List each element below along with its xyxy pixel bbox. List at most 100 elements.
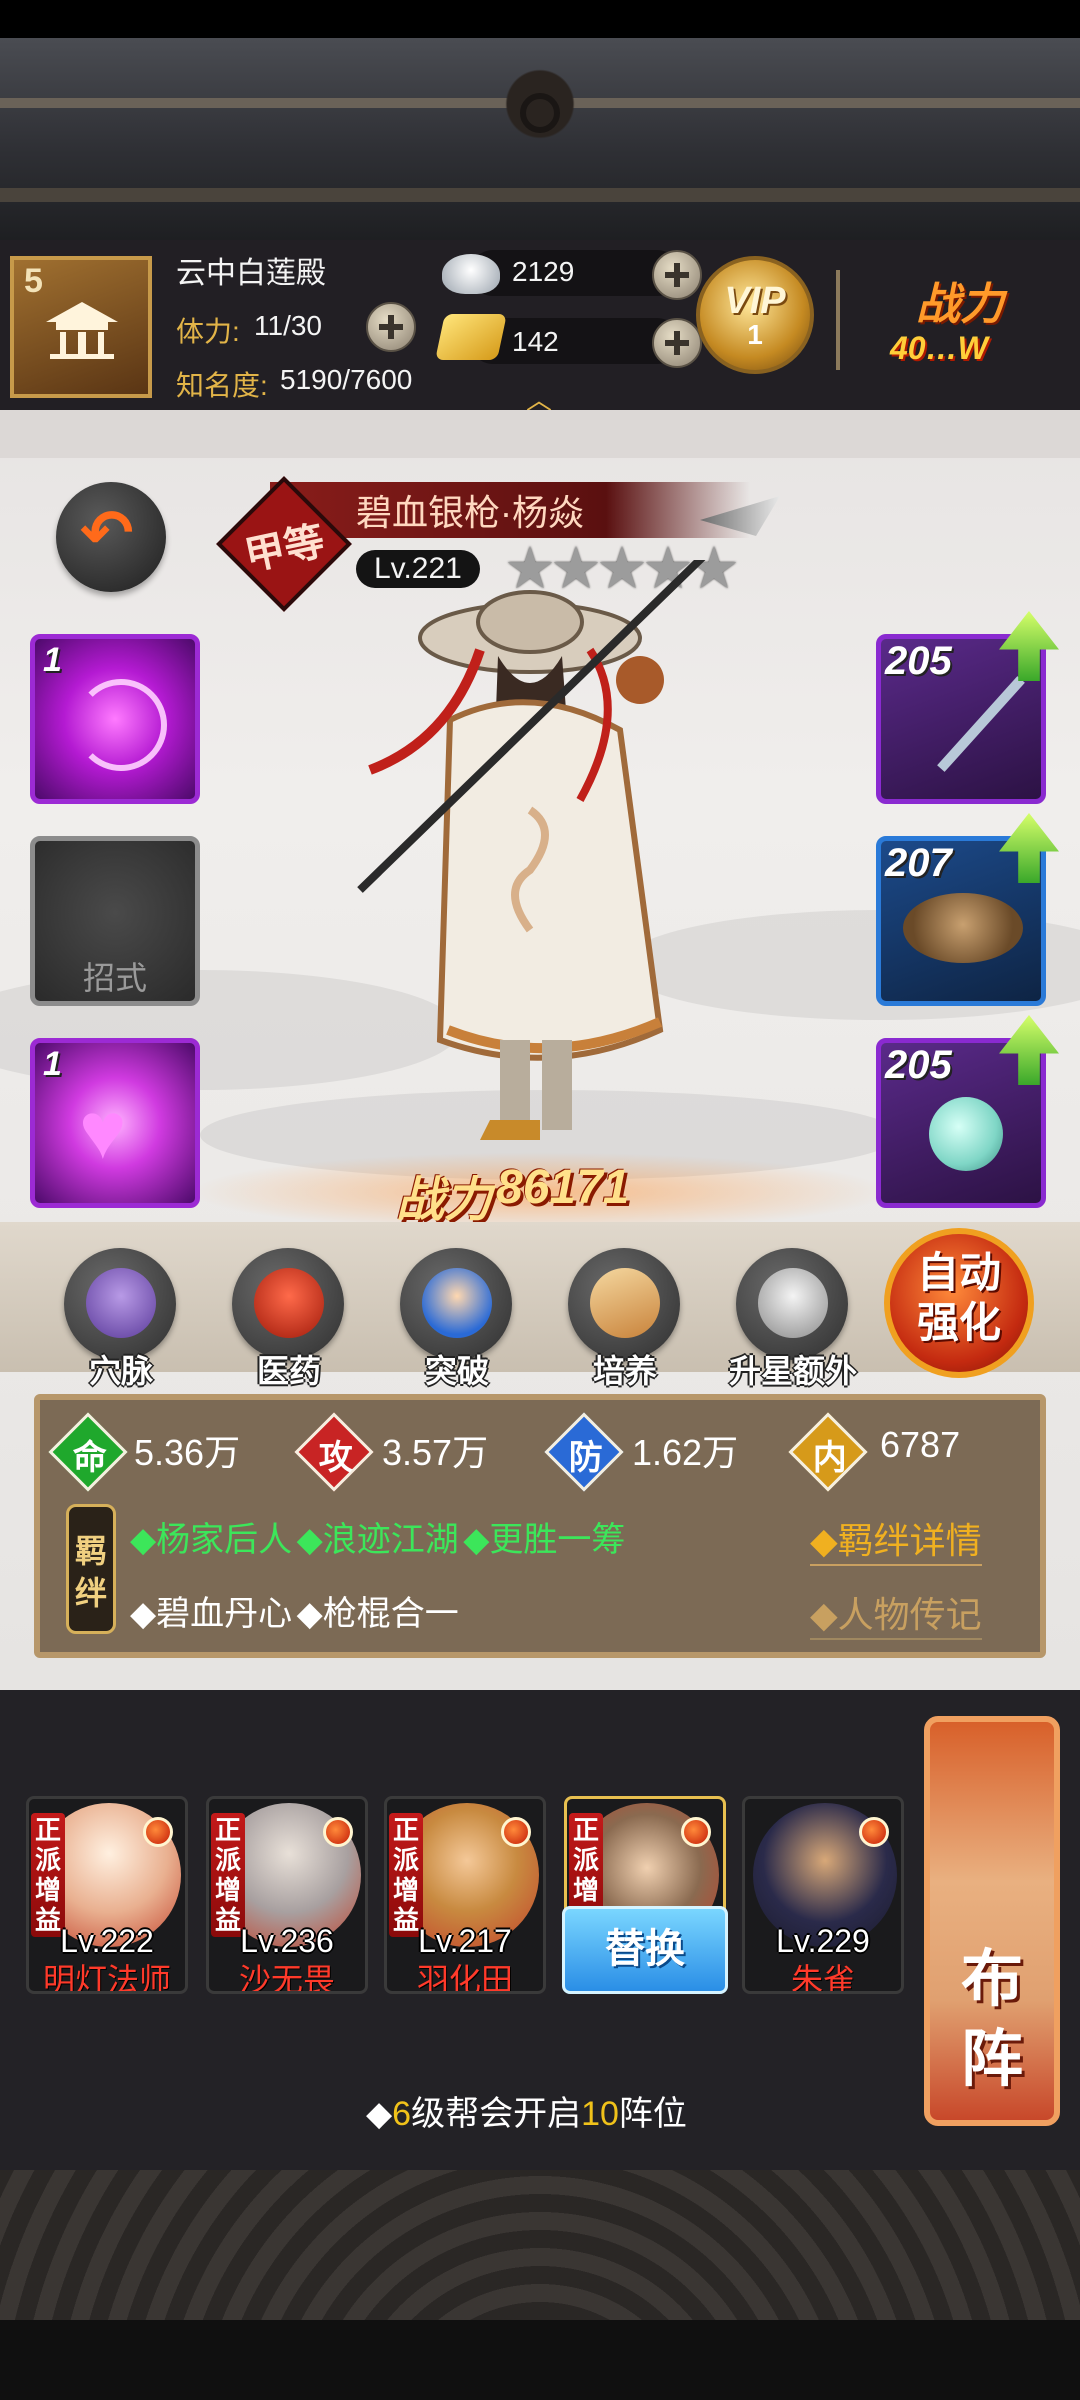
action-label: 升星额外 [728, 1353, 857, 1389]
footer-edge [0, 2320, 1080, 2400]
lineup-name: 羽化田 [416, 1962, 513, 1994]
auto-enhance-label-2: 强化 [916, 1299, 1001, 1346]
heart-icon: ♥ [79, 1086, 127, 1175]
gold-amount: 142 [512, 326, 559, 357]
bond-badge-text: 羁绊 [74, 1533, 107, 1611]
silver-ingot-icon [442, 254, 500, 294]
faction-tag: 正派增益 [389, 1813, 423, 1937]
lineup-name: 沙无畏 [238, 1962, 335, 1994]
bond-list-active: ◆杨家后人 ◆浪迹江湖 ◆更胜一筹 [130, 1512, 625, 1561]
lineup-card[interactable]: Lv.229 朱雀 [742, 1796, 904, 1994]
status-bar [0, 0, 1080, 38]
action-label: 医药 [256, 1353, 321, 1389]
hint-bullet: ◆ [366, 2095, 393, 2133]
bond-item: ◆碧血丹心 [130, 1595, 293, 1633]
medicine-icon [254, 1268, 324, 1338]
skill-count: 1 [43, 1045, 62, 1083]
total-power-value[interactable]: 40…W [890, 330, 988, 367]
add-stamina-button[interactable] [366, 302, 416, 352]
star-up-icon [758, 1268, 828, 1338]
sect-level: 5 [24, 262, 43, 300]
header-divider [836, 270, 840, 370]
lineup-name: 明灯法师 [42, 1962, 171, 1994]
hint-guild-level: 6 [392, 2095, 412, 2133]
hero-power-value: 86171 [496, 1161, 630, 1214]
skill-slot-3[interactable]: 1 ♥ [30, 1038, 200, 1208]
lineup-card[interactable]: 正派增益 Lv.222 明灯法师 [26, 1796, 188, 1994]
cultivate-icon [590, 1268, 660, 1338]
defense-value: 1.62万 [632, 1432, 739, 1473]
stamina-label: 体力: [176, 316, 240, 347]
pavilion-icon [46, 302, 118, 359]
unlock-hint: ◆6级帮会开启10阵位 [366, 2086, 687, 2135]
inner-power-value: 6787 [880, 1424, 961, 1465]
hero-power-label: 战力 [396, 1174, 493, 1227]
lineup-card[interactable]: 正派增益 Lv.217 羽化田 [384, 1796, 546, 1994]
formation-label: 布阵 [960, 1945, 1023, 2094]
inner-power-icon-char: 内 [812, 1438, 847, 1477]
meridian-icon [86, 1268, 156, 1338]
total-power-label: 战力 [916, 280, 1004, 329]
cultivate-button[interactable]: 培养 [560, 1246, 690, 1396]
add-silver-button[interactable] [652, 250, 702, 300]
equipment-level: 205 [885, 1043, 952, 1087]
panel-top-strip [0, 410, 1080, 458]
silver-amount: 2129 [512, 256, 575, 287]
lineup-name: 朱雀 [790, 1962, 855, 1994]
vip-badge[interactable]: VIP 1 [696, 256, 814, 374]
status-dot-icon [681, 1817, 711, 1847]
breakthrough-button[interactable]: 突破 [392, 1246, 522, 1396]
equipment-amulet-slot[interactable]: 205 [876, 1015, 1059, 1208]
faction-tag: 正派增益 [211, 1813, 245, 1937]
straw-hat-icon [903, 893, 1023, 963]
hint-suffix: 阵位 [618, 2095, 687, 2133]
hint-text: 级帮会开启 [411, 2095, 582, 2133]
sect-name: 云中白莲殿 [176, 257, 326, 290]
auto-enhance-button[interactable]: 自动 强化 [884, 1228, 1034, 1378]
back-arrow-icon: ↶ [80, 497, 134, 569]
breakthrough-icon [422, 1268, 492, 1338]
bond-list-inactive: ◆碧血丹心 ◆枪棍合一 [130, 1586, 459, 1635]
fame-label: 知名度: [176, 370, 268, 401]
status-dot-icon [501, 1817, 531, 1847]
skill-slot-empty[interactable]: 招式 [30, 836, 200, 1006]
replace-button[interactable]: 替换 [562, 1906, 728, 1994]
gold-ingot-icon [435, 314, 507, 360]
add-gold-button[interactable] [652, 318, 702, 368]
attack-icon-char: 攻 [318, 1438, 353, 1477]
swirl-icon [75, 679, 167, 771]
hint-slot-count: 10 [581, 2095, 619, 2133]
bond-details-link[interactable]: ◆羁绊详情 [810, 1512, 982, 1566]
attack-value: 3.57万 [382, 1432, 489, 1473]
bond-item: ◆枪棍合一 [296, 1595, 459, 1633]
stamina-value: 11/30 [254, 310, 322, 341]
lineup-card[interactable]: 正派增益 Lv.236 沙无畏 [206, 1796, 368, 1994]
defense-icon-char: 防 [568, 1438, 603, 1477]
roof-decoration [0, 38, 1080, 240]
hp-icon-char: 命 [72, 1438, 107, 1477]
meridian-button[interactable]: 穴脉 [56, 1246, 186, 1396]
bond-item: ◆浪迹江湖 [296, 1521, 459, 1559]
medicine-button[interactable]: 医药 [224, 1246, 354, 1396]
biography-link[interactable]: ◆人物传记 [810, 1586, 982, 1640]
vip-label: VIP [724, 280, 786, 322]
skill-count: 1 [43, 641, 62, 679]
jade-pendant-icon [929, 1097, 1003, 1171]
action-label: 突破 [424, 1353, 489, 1389]
equipment-hat-slot[interactable]: 207 [876, 813, 1059, 1006]
status-dot-icon [323, 1817, 353, 1847]
equipment-weapon-slot[interactable]: 205 [876, 611, 1059, 804]
fame-value: 5190/7600 [280, 364, 413, 395]
star-up-button[interactable]: 升星额外 [728, 1246, 858, 1396]
spear-icon [937, 676, 1025, 772]
vip-level: 1 [747, 319, 763, 350]
hero-portrait[interactable] [330, 560, 750, 1160]
back-button[interactable]: ↶ [56, 482, 166, 592]
faction-tag: 正派增益 [31, 1813, 65, 1937]
status-dot-icon [143, 1817, 173, 1847]
bond-item: ◆更胜一筹 [463, 1521, 626, 1559]
auto-enhance-label-1: 自动 [916, 1249, 1001, 1296]
skill-slot-1[interactable]: 1 [30, 634, 200, 804]
bond-item: ◆杨家后人 [130, 1521, 293, 1559]
skill-slot-label: 招式 [82, 960, 147, 996]
